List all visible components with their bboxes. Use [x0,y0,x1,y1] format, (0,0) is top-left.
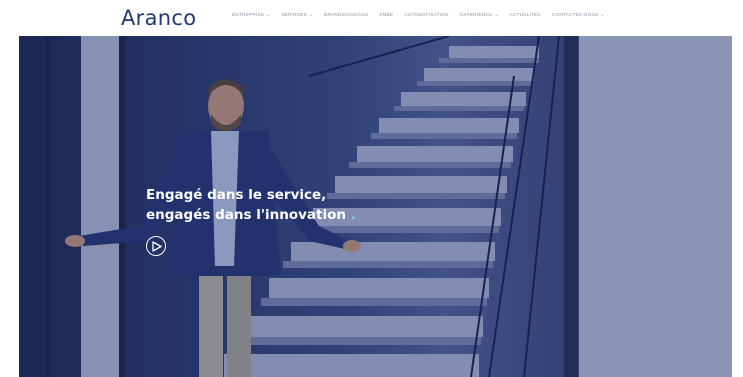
nav-item-label: EXPÉRIENCE [459,12,493,17]
top-navigation-bar: Aranco ENTREPRISE ⌄ SERVICES ⌄ BRANDINGSDA… [0,0,743,36]
nav-item-label: BRANDINGSDAGS [324,12,369,17]
nav-item-experience[interactable]: EXPÉRIENCE ⌄ [460,12,499,18]
chevron-down-icon: ⌄ [266,12,271,17]
hero-headline: Engagé dans le service, engagés dans l'i… [146,185,356,225]
nav-item-contact[interactable]: CONTACTEZ-NOUS ⌄ [552,12,605,18]
hero-overlay [19,36,732,377]
nav-item-actualites[interactable]: ACTUALITÉS [510,12,541,18]
chevron-down-icon: ⌄ [494,12,499,17]
nav-item-entreprise[interactable]: ENTREPRISE ⌄ [232,12,270,18]
nav-item-label: CONTACTEZ-NOUS [551,12,599,17]
hero-headline-line2-wrap: engagés dans l'innovation . [146,205,356,225]
nav-item-label: EMBE [379,12,394,17]
nav-item-embe[interactable]: EMBE [379,12,393,18]
nav-item-label: ACTUALITÉS [509,12,541,17]
main-nav: ENTREPRISE ⌄ SERVICES ⌄ BRANDINGSDAGS EMBE… [232,12,616,18]
hero-video-banner[interactable]: Engagé dans le service, engagés dans l'i… [19,36,732,377]
brand-logo[interactable]: Aranco [121,6,196,30]
nav-item-automatisation[interactable]: AUTOMATISATION [405,12,449,18]
nav-item-label: AUTOMATISATION [404,12,449,17]
nav-item-label: SERVICES [281,12,307,17]
hero-headline-line2: engagés dans l'innovation [146,207,346,223]
chevron-down-icon: ⌄ [309,12,314,17]
chevron-down-icon: ⌄ [600,12,605,17]
nav-item-services[interactable]: SERVICES ⌄ [281,12,313,18]
play-video-button[interactable] [146,236,166,256]
play-icon [152,241,162,252]
nav-item-brandingsdags[interactable]: BRANDINGSDAGS [324,12,368,18]
accent-dot: . [350,207,356,223]
nav-item-label: ENTREPRISE [232,12,265,17]
hero-headline-line1: Engagé dans le service, [146,187,327,203]
